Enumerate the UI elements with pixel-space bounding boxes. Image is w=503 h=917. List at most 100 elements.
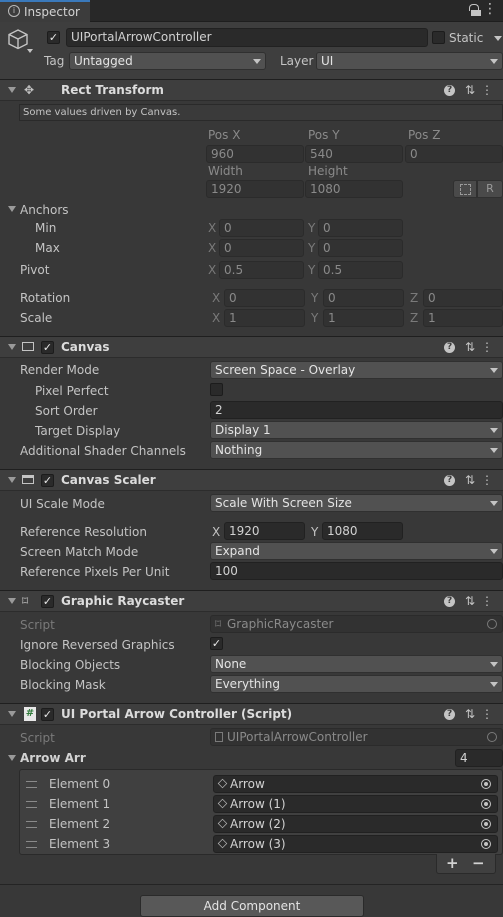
graphic-raycaster-header[interactable]: ⌑ ✓ Graphic Raycaster ? ⇅⋮	[0, 590, 503, 612]
chevron-down-icon	[490, 428, 498, 433]
settings-icon[interactable]: ⋮	[481, 473, 499, 487]
active-checkbox[interactable]: ✓	[47, 31, 60, 44]
shader-channels-dropdown[interactable]: Nothing	[210, 441, 503, 459]
drag-handle[interactable]	[26, 841, 37, 848]
array-fold[interactable]	[8, 755, 16, 761]
drag-handle[interactable]	[26, 801, 37, 808]
settings-icon[interactable]: ⋮	[481, 707, 499, 721]
ui-scale-mode-dropdown[interactable]: Scale With Screen Size	[210, 494, 503, 512]
driven-note: Some values driven by Canvas.	[19, 104, 503, 121]
list-item[interactable]: Element 0 Arrow	[20, 774, 503, 794]
rotation-x-field[interactable]: 0	[224, 289, 305, 307]
rect-transform-header[interactable]: ✥ Rect Transform ? ⇅⋮	[0, 79, 503, 101]
help-icon[interactable]: ?	[444, 342, 456, 353]
list-item[interactable]: Element 1 Arrow (1)	[20, 794, 503, 814]
pivot-y-field[interactable]: 0.5	[318, 261, 403, 279]
settings-icon[interactable]: ⋮	[481, 594, 499, 608]
tag-dropdown[interactable]: Untagged	[69, 52, 266, 70]
raycaster-icon: ⌑	[22, 594, 29, 608]
anchor-max-x-field[interactable]: 0	[219, 239, 304, 257]
array-list: Element 0 Arrow Element 1 Arrow (1) Elem…	[19, 769, 503, 855]
settings-icon[interactable]: ⋮	[481, 340, 499, 354]
static-dropdown-icon[interactable]	[494, 36, 502, 41]
pos-z-field[interactable]: 0	[405, 145, 503, 163]
inspector-icon: i	[8, 5, 20, 17]
menu-icon[interactable]: ⋮	[483, 1, 497, 17]
tag-label: Tag	[44, 54, 65, 68]
raw-edit-button[interactable]: R	[477, 180, 503, 198]
foldout-arrow[interactable]	[8, 598, 16, 604]
pixel-perfect-checkbox[interactable]	[210, 383, 223, 396]
target-icon[interactable]	[481, 819, 491, 829]
target-icon[interactable]	[481, 839, 491, 849]
presets-icon[interactable]: ⇅	[465, 83, 481, 97]
canvas-scaler-enabled-checkbox[interactable]: ✓	[41, 474, 54, 487]
list-footer: + −	[436, 854, 496, 874]
prefab-icon	[217, 778, 228, 789]
render-mode-dropdown[interactable]: Screen Space - Overlay	[210, 361, 503, 379]
element-object-field[interactable]: Arrow (3)	[213, 835, 498, 853]
ignore-reversed-checkbox[interactable]: ✓	[210, 637, 223, 650]
element-object-field[interactable]: Arrow (1)	[213, 795, 498, 813]
anchor-max-y-field[interactable]: 0	[318, 239, 403, 257]
target-display-dropdown[interactable]: Display 1	[210, 421, 503, 439]
help-icon[interactable]: ?	[444, 85, 456, 96]
scale-z-field[interactable]: 1	[423, 309, 503, 327]
anchor-min-x-field[interactable]: 0	[219, 219, 304, 237]
element-object-field[interactable]: Arrow	[213, 775, 498, 793]
element-object-field[interactable]: Arrow (2)	[213, 815, 498, 833]
anchors-fold[interactable]	[8, 206, 16, 212]
blocking-objects-dropdown[interactable]: None	[210, 655, 503, 673]
help-icon[interactable]: ?	[444, 709, 456, 720]
object-name-field[interactable]: UIPortalArrowController	[66, 28, 428, 47]
scale-x-field[interactable]: 1	[224, 309, 305, 327]
foldout-arrow[interactable]	[8, 344, 16, 350]
reference-y-field[interactable]: 1080	[322, 522, 403, 540]
reference-x-field[interactable]: 1920	[224, 522, 305, 540]
list-item[interactable]: Element 2 Arrow (2)	[20, 814, 503, 834]
canvas-scaler-header[interactable]: ✓ Canvas Scaler ? ⇅⋮	[0, 469, 503, 491]
controller-enabled-checkbox[interactable]: ✓	[41, 708, 54, 721]
foldout-arrow[interactable]	[8, 477, 16, 483]
element-label: Element 1	[49, 797, 111, 811]
canvas-header[interactable]: ✓ Canvas ? ⇅⋮	[0, 336, 503, 358]
sort-order-field[interactable]: 2	[210, 401, 503, 419]
presets-icon[interactable]: ⇅	[465, 473, 481, 487]
rotation-z-field[interactable]: 0	[423, 289, 503, 307]
canvas-enabled-checkbox[interactable]: ✓	[41, 341, 54, 354]
scale-y-field[interactable]: 1	[323, 309, 404, 327]
cube-dropdown-icon[interactable]	[27, 49, 33, 53]
add-component-button[interactable]: Add Component	[140, 895, 364, 917]
rotation-y-field[interactable]: 0	[323, 289, 404, 307]
static-checkbox[interactable]	[432, 31, 445, 44]
raycaster-enabled-checkbox[interactable]: ✓	[41, 595, 54, 608]
foldout-arrow[interactable]	[8, 711, 16, 717]
presets-icon[interactable]: ⇅	[465, 707, 481, 721]
blocking-mask-dropdown[interactable]: Everything	[210, 675, 503, 693]
drag-handle[interactable]	[26, 821, 37, 828]
chevron-down-icon	[490, 662, 498, 667]
anchor-min-y-field[interactable]: 0	[318, 219, 403, 237]
array-size-field[interactable]: 4	[455, 749, 503, 767]
blueprint-button[interactable]	[453, 180, 477, 198]
pixels-per-unit-field[interactable]: 100	[210, 562, 503, 580]
pos-z-label: Pos Z	[408, 128, 441, 142]
target-icon[interactable]	[481, 779, 491, 789]
inspector-tab[interactable]: i Inspector	[0, 0, 90, 22]
remove-element-button[interactable]: −	[472, 854, 485, 872]
foldout-arrow[interactable]	[8, 87, 16, 93]
settings-icon[interactable]: ⋮	[481, 83, 499, 97]
add-element-button[interactable]: +	[446, 854, 459, 872]
layer-dropdown[interactable]: UI	[316, 52, 503, 70]
target-icon	[487, 619, 497, 629]
screen-match-mode-dropdown[interactable]: Expand	[210, 542, 503, 560]
target-icon[interactable]	[481, 799, 491, 809]
help-icon[interactable]: ?	[444, 596, 456, 607]
drag-handle[interactable]	[26, 781, 37, 788]
controller-header[interactable]: # ✓ UI Portal Arrow Controller (Script) …	[0, 703, 503, 725]
presets-icon[interactable]: ⇅	[465, 340, 481, 354]
pivot-x-field[interactable]: 0.5	[219, 261, 304, 279]
list-item[interactable]: Element 3 Arrow (3)	[20, 834, 503, 854]
help-icon[interactable]: ?	[444, 475, 456, 486]
presets-icon[interactable]: ⇅	[465, 594, 481, 608]
